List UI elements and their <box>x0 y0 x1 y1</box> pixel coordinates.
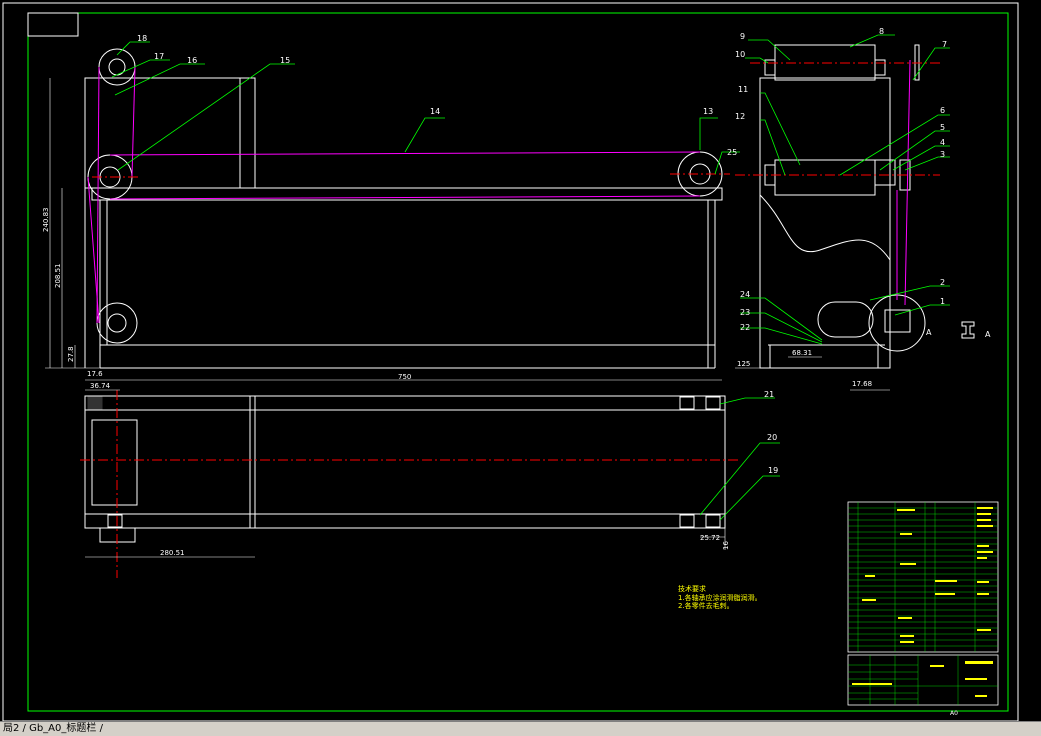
tech-notes-line-1: 1.各轴承应涂润滑脂润滑。 <box>678 593 762 602</box>
part-label-25: 25 <box>727 148 737 157</box>
dim-125: 125 <box>737 360 750 368</box>
sheet-size-mark: A0 <box>950 710 958 717</box>
dim-68-31: 68.31 <box>792 349 812 357</box>
belts <box>87 66 701 324</box>
part-label-23: 23 <box>740 308 750 317</box>
part-label-15: 15 <box>280 56 290 65</box>
cad-drawing-canvas[interactable]: 240.83 208.51 27.8 17.6 750 18 17 16 15 … <box>0 0 1041 735</box>
part-label-10: 10 <box>735 50 745 59</box>
section-mark-a <box>961 321 975 339</box>
tech-notes-line-2: 2.各零件去毛刺。 <box>678 601 734 610</box>
part-label-18: 18 <box>137 34 147 43</box>
parts-list-table <box>847 501 999 653</box>
top-leaders <box>699 397 780 521</box>
dim-27-8: 27.8 <box>67 346 75 362</box>
part-label-22: 22 <box>740 323 750 332</box>
part-label-9: 9 <box>740 32 745 41</box>
part-label-12: 12 <box>735 112 745 121</box>
front-centerlines <box>92 173 730 178</box>
part-label-6: 6 <box>940 106 945 115</box>
part-label-5: 5 <box>940 123 945 132</box>
layout-tab-bar: 局2 / Gb_A0_标题栏 / <box>0 721 1041 736</box>
code-box <box>27 12 79 37</box>
part-label-17: 17 <box>154 52 164 61</box>
top-dimensions <box>85 389 726 558</box>
part-label-24: 24 <box>740 290 750 299</box>
sheet-outer-border <box>2 2 1019 722</box>
sheet-inner-border <box>27 12 1009 712</box>
part-label-7: 7 <box>942 40 947 49</box>
right-edge-panel <box>1021 0 1041 721</box>
side-leaders <box>740 34 950 345</box>
title-block <box>847 654 999 706</box>
dim-750: 750 <box>398 373 411 381</box>
side-belt <box>896 59 911 306</box>
part-label-14: 14 <box>430 107 440 116</box>
dim-17-6: 17.6 <box>87 370 103 378</box>
dim-16: 16 <box>722 541 730 550</box>
dim-240-83: 240.83 <box>42 208 50 233</box>
tech-notes-title: 技术要求 <box>678 584 706 593</box>
front-view <box>84 48 723 369</box>
side-view <box>759 44 926 369</box>
section-label-right: A <box>985 330 991 339</box>
part-label-19: 19 <box>768 466 778 475</box>
part-label-8: 8 <box>879 27 884 36</box>
part-label-11: 11 <box>738 85 748 94</box>
part-label-1: 1 <box>940 297 945 306</box>
part-label-16: 16 <box>187 56 197 65</box>
part-label-20: 20 <box>767 433 777 442</box>
dim-17-68: 17.68 <box>852 380 872 388</box>
dim-25-72: 25.72 <box>700 534 720 542</box>
section-label-left: A <box>926 328 932 337</box>
top-view <box>84 395 726 543</box>
part-label-13: 13 <box>703 107 713 116</box>
part-label-21: 21 <box>764 390 774 399</box>
part-label-3: 3 <box>940 150 945 159</box>
part-label-4: 4 <box>940 138 945 147</box>
layout-tab[interactable]: 局2 / Gb_A0_标题栏 / <box>0 722 106 736</box>
dim-208-51: 208.51 <box>54 264 62 289</box>
dim-280-51: 280.51 <box>160 549 185 557</box>
front-dimensions <box>45 78 722 381</box>
part-label-2: 2 <box>940 278 945 287</box>
dim-36-74: 36.74 <box>90 382 111 390</box>
